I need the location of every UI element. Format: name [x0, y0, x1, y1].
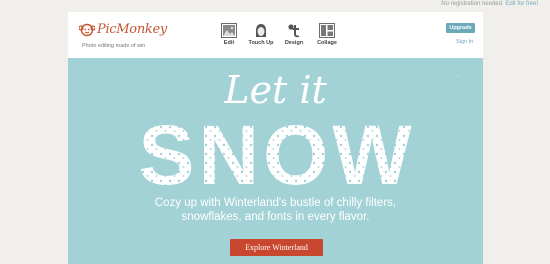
tool-design[interactable]: Design — [277, 23, 311, 46]
hero-description: Cozy up with Winterland's bustle of chil… — [68, 196, 483, 224]
tool-touch-up-label: Touch Up — [248, 40, 274, 46]
hero-snow-text: SNOW — [138, 116, 415, 190]
tool-edit-label: Edit — [223, 40, 235, 46]
face-icon — [256, 24, 266, 37]
tool-touch-up[interactable]: Touch Up — [244, 23, 278, 46]
monkey-logo-icon — [79, 23, 95, 36]
design-icon — [288, 24, 299, 38]
header: PicMonkey Photo editing made of win Edit… — [68, 12, 483, 58]
top-note: No registration needed. Edit for free! — [441, 1, 538, 7]
logo[interactable]: PicMonkey — [79, 22, 167, 37]
page-frame: PicMonkey Photo editing made of win Edit… — [68, 12, 483, 264]
hero-script-title: Let it — [224, 68, 327, 112]
hero-description-line2: snowflakes, and fonts in every flavor. — [181, 211, 370, 223]
tagline: Photo editing made of win — [82, 43, 146, 49]
explore-winterland-button[interactable]: Explore Winterland — [230, 239, 323, 256]
collage-icon — [319, 23, 335, 38]
signin-link[interactable]: Sign In — [456, 39, 473, 45]
hero-banner: Let it SNOW Cozy up with Winterland's bu… — [68, 58, 483, 264]
tool-collage[interactable]: Collage — [310, 23, 344, 46]
edit-free-link[interactable]: Edit for free! — [505, 1, 538, 7]
tool-edit[interactable]: Edit — [212, 23, 246, 46]
upgrade-button[interactable]: Upgrade — [446, 23, 475, 33]
hero-description-line1: Cozy up with Winterland's bustle of chil… — [154, 197, 397, 209]
top-note-text: No registration needed. — [441, 1, 504, 7]
tool-collage-label: Collage — [317, 40, 337, 46]
tool-design-label: Design — [284, 40, 304, 46]
image-icon — [221, 23, 237, 38]
logo-text: PicMonkey — [97, 22, 167, 37]
hero-snow-title: SNOW — [138, 116, 415, 190]
